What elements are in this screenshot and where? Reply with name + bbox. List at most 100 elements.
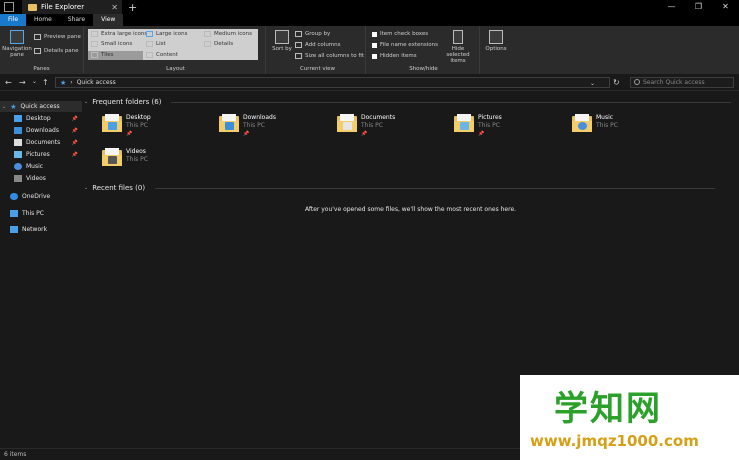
sidebar-label-onedrive: OneDrive xyxy=(22,193,51,200)
refresh-icon[interactable]: ↻ xyxy=(613,78,620,87)
sidebar-item-desktop[interactable]: Desktop 📌 xyxy=(0,113,82,124)
chevron-down-icon[interactable]: ⌄ xyxy=(2,104,6,110)
tiles-label: Tiles xyxy=(101,52,114,58)
tab-home[interactable]: Home xyxy=(26,14,60,26)
path-segment-quick-access[interactable]: Quick access xyxy=(77,79,116,86)
up-button[interactable]: ↑ xyxy=(42,78,49,87)
folder-name: Documents xyxy=(361,114,396,121)
recent-files-header[interactable]: ⌄ Recent files (0) xyxy=(84,184,715,192)
file-name-extensions-toggle[interactable]: File name extensions xyxy=(372,42,438,48)
folder-tile-documents[interactable]: Documents This PC 📌 xyxy=(337,114,395,138)
pin-icon: 📌 xyxy=(361,131,368,137)
forward-button[interactable]: → xyxy=(19,78,26,87)
tab-file[interactable]: File xyxy=(0,14,27,26)
layout-small-icons[interactable]: Small icons xyxy=(91,41,132,47)
layout-list[interactable]: List xyxy=(146,41,166,47)
sidebar-item-music[interactable]: Music xyxy=(0,161,82,172)
search-box[interactable]: Search Quick access xyxy=(630,77,734,88)
recent-files-empty-message: After you've opened some files, we'll sh… xyxy=(304,206,517,213)
sidebar-item-onedrive[interactable]: OneDrive xyxy=(0,191,82,202)
sidebar-label-desktop: Desktop xyxy=(26,115,51,122)
layout-medium-icons[interactable]: Medium icons xyxy=(204,31,252,37)
music-folder-icon xyxy=(572,114,592,132)
item-check-boxes-toggle[interactable]: Item check boxes xyxy=(372,31,428,37)
large-icons-icon xyxy=(146,31,153,37)
address-row: ← → ⌄ ↑ ★ › Quick access ⌄ ↻ Search Quic… xyxy=(0,74,739,91)
back-button[interactable]: ← xyxy=(5,78,12,87)
folder-tile-downloads[interactable]: Downloads This PC 📌 xyxy=(219,114,276,138)
details-pane-icon xyxy=(34,48,41,54)
sidebar-label-quick-access: Quick access xyxy=(20,103,60,110)
group-by-label: Group by xyxy=(305,31,331,37)
close-tab-icon[interactable]: ✕ xyxy=(111,3,118,12)
sidebar-item-network[interactable]: Network xyxy=(0,224,82,235)
watermark-url: www.jmqz1000.com xyxy=(530,432,699,450)
sidebar-item-quick-access[interactable]: ⌄ ★ Quick access xyxy=(0,101,82,112)
preview-pane-button[interactable]: Preview pane xyxy=(34,34,81,40)
layout-extra-large-icons[interactable]: Extra large icons xyxy=(91,31,147,37)
details-pane-button[interactable]: Details pane xyxy=(34,48,79,54)
system-menu-icon[interactable] xyxy=(4,2,14,12)
hidden-items-label: Hidden items xyxy=(380,53,417,59)
layout-group: Extra large icons Large icons Medium ico… xyxy=(86,26,266,74)
list-icon xyxy=(146,41,153,47)
ribbon: Navigation pane Preview pane Details pan… xyxy=(0,26,739,74)
sidebar-item-downloads[interactable]: Downloads 📌 xyxy=(0,125,82,136)
folder-tile-music[interactable]: Music This PC xyxy=(572,114,618,132)
minimize-button[interactable]: — xyxy=(658,0,685,14)
item-count: 6 items xyxy=(4,451,27,458)
size-columns-button[interactable]: Size all columns to fit xyxy=(295,53,364,59)
downloads-folder-icon xyxy=(219,114,239,132)
options-label: Options xyxy=(485,46,507,52)
sidebar-label-videos: Videos xyxy=(26,175,46,182)
tab-share[interactable]: Share xyxy=(60,14,93,26)
sidebar-item-videos[interactable]: Videos xyxy=(0,173,82,184)
pin-icon: 📌 xyxy=(71,151,78,158)
navigation-pane-button[interactable]: Navigation pane xyxy=(2,30,32,58)
item-check-boxes-checkbox[interactable] xyxy=(372,31,377,37)
file-name-extensions-checkbox[interactable] xyxy=(372,42,377,48)
sidebar-label-pictures: Pictures xyxy=(26,151,50,158)
layout-content[interactable]: Content xyxy=(146,52,178,58)
address-dropdown-icon[interactable]: ⌄ xyxy=(590,80,595,87)
options-button[interactable]: Options xyxy=(484,30,508,52)
sidebar-item-pictures[interactable]: Pictures 📌 xyxy=(0,149,82,160)
sidebar-item-documents[interactable]: Documents 📌 xyxy=(0,137,82,148)
folder-tile-pictures[interactable]: Pictures This PC 📌 xyxy=(454,114,502,138)
layout-large-icons[interactable]: Large icons xyxy=(146,31,188,37)
sort-by-button[interactable]: Sort by xyxy=(272,30,292,52)
panes-group-label: Panes xyxy=(33,66,50,72)
title-bar: File Explorer ✕ + — ❐ ✕ xyxy=(0,0,739,14)
recent-locations-button[interactable]: ⌄ xyxy=(32,78,37,85)
add-columns-icon xyxy=(295,42,302,48)
layout-tiles[interactable]: Tiles xyxy=(91,52,114,58)
maximize-button[interactable]: ❐ xyxy=(685,0,712,14)
layout-details[interactable]: Details xyxy=(204,41,233,47)
window-tab[interactable]: File Explorer ✕ xyxy=(22,0,122,14)
frequent-folders-header[interactable]: ⌄ Frequent folders (6) xyxy=(84,98,731,106)
hide-selected-button[interactable]: Hide selected items xyxy=(440,30,476,64)
folder-location: This PC xyxy=(126,156,148,163)
computer-icon xyxy=(10,210,18,217)
new-tab-button[interactable]: + xyxy=(128,1,137,14)
folder-name: Videos xyxy=(126,148,146,155)
address-bar[interactable]: ★ › Quick access ⌄ xyxy=(55,77,610,88)
search-icon xyxy=(634,79,640,85)
window-title: File Explorer xyxy=(41,3,85,11)
hidden-items-toggle[interactable]: Hidden items xyxy=(372,53,417,59)
sort-by-label: Sort by xyxy=(272,46,292,52)
hidden-items-checkbox[interactable] xyxy=(372,53,377,59)
folder-location: This PC xyxy=(361,122,383,129)
group-by-button[interactable]: Group by xyxy=(295,31,330,37)
folder-tile-desktop[interactable]: Desktop This PC 📌 xyxy=(102,114,151,138)
tab-view[interactable]: View xyxy=(93,14,124,26)
add-columns-button[interactable]: Add columns xyxy=(295,42,341,48)
preview-pane-label: Preview pane xyxy=(44,34,81,40)
pictures-icon xyxy=(14,151,22,158)
sidebar-item-this-pc[interactable]: This PC xyxy=(0,208,82,219)
frequent-folders-title: Frequent folders (6) xyxy=(92,98,162,106)
close-button[interactable]: ✕ xyxy=(712,0,739,14)
navigation-pane-icon xyxy=(10,30,24,44)
folder-tile-videos[interactable]: Videos This PC xyxy=(102,148,148,166)
show-hide-group-label: Show/hide xyxy=(409,66,438,72)
